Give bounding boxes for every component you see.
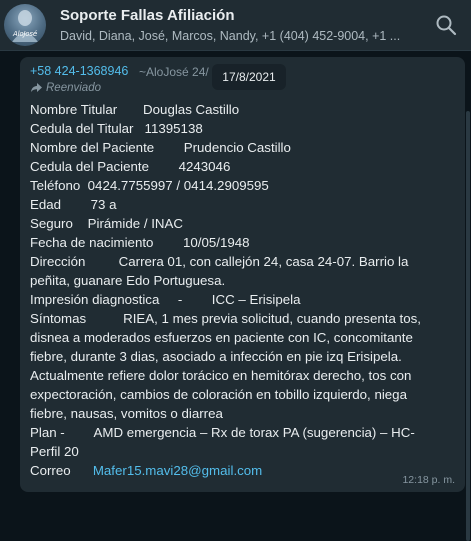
message-line: Plan - AMD emergencia – Rx de torax PA (… — [30, 425, 415, 440]
chat-header[interactable]: AloJosé Soporte Fallas Afiliación David,… — [0, 0, 471, 51]
message-line: fiebre, nausas, vomitos o diarrea — [30, 406, 223, 421]
chat-title[interactable]: Soporte Fallas Afiliación — [60, 7, 234, 24]
message-line: Dirección Carrera 01, con callejón 24, c… — [30, 254, 409, 269]
message-line: peñita, guanare Edo Portuguesa. — [30, 273, 226, 288]
sender-name: ~AloJosé 24/ — [139, 65, 209, 79]
message-line: Cedula del Paciente 4243046 — [30, 159, 231, 174]
message-line: Síntomas RIEA, 1 mes previa solicitud, c… — [30, 311, 421, 326]
message-line: Nombre del Paciente Prudencio Castillo — [30, 140, 291, 155]
message-bubble[interactable]: +58 424-1368946 ~AloJosé 24/ 17/8/2021 R… — [20, 57, 465, 492]
message-line: Perfil 20 — [30, 444, 79, 459]
message-line: disnea a moderados esfuerzos en paciente… — [30, 330, 413, 345]
message-line: Actualmente refiere dolor torácico en he… — [30, 368, 412, 383]
message-time: 12:18 p. m. — [402, 474, 455, 486]
email-link[interactable]: Mafer15.mavi28@gmail.com — [93, 463, 262, 478]
forwarded-indicator: Reenviado — [30, 82, 101, 94]
message-text: Nombre Titular Douglas Castillo Cedula d… — [30, 100, 442, 480]
chat-scrollbar[interactable] — [466, 111, 470, 541]
message-line: expectoración, cambios de coloración en … — [30, 387, 407, 402]
forwarded-label: Reenviado — [46, 82, 101, 94]
email-label: Correo — [30, 463, 71, 478]
forward-arrow-icon — [31, 83, 42, 93]
sender-phone[interactable]: +58 424-1368946 — [30, 64, 128, 78]
email-line: Correo Mafer15.mavi28@gmail.com — [30, 461, 442, 480]
message-line: Nombre Titular Douglas Castillo — [30, 102, 240, 117]
date-chip: 17/8/2021 — [212, 64, 286, 90]
search-icon — [436, 15, 457, 36]
message-line: Seguro Pirámide / INAC — [30, 216, 183, 231]
message-line: Teléfono 0424.7755997 / 0414.2909595 — [30, 178, 269, 193]
group-photo-icon — [12, 10, 38, 42]
message-line: Cedula del Titular 11395138 — [30, 121, 203, 136]
message-line: Impresión diagnostica - ICC – Erisipela — [30, 292, 301, 307]
chat-area[interactable]: +58 424-1368946 ~AloJosé 24/ 17/8/2021 R… — [0, 51, 471, 541]
message-line: Fecha de nacimiento 10/05/1948 — [30, 235, 250, 250]
avatar-label: AloJosé — [13, 30, 37, 38]
message-line: Edad 73 a — [30, 197, 117, 212]
chat-participants[interactable]: David, Diana, José, Marcos, Nandy, +1 (4… — [60, 29, 420, 43]
search-button[interactable] — [430, 9, 462, 41]
group-avatar[interactable]: AloJosé — [4, 4, 46, 46]
message-line: fiebre, durante 3 dias, asociado a infec… — [30, 349, 402, 364]
